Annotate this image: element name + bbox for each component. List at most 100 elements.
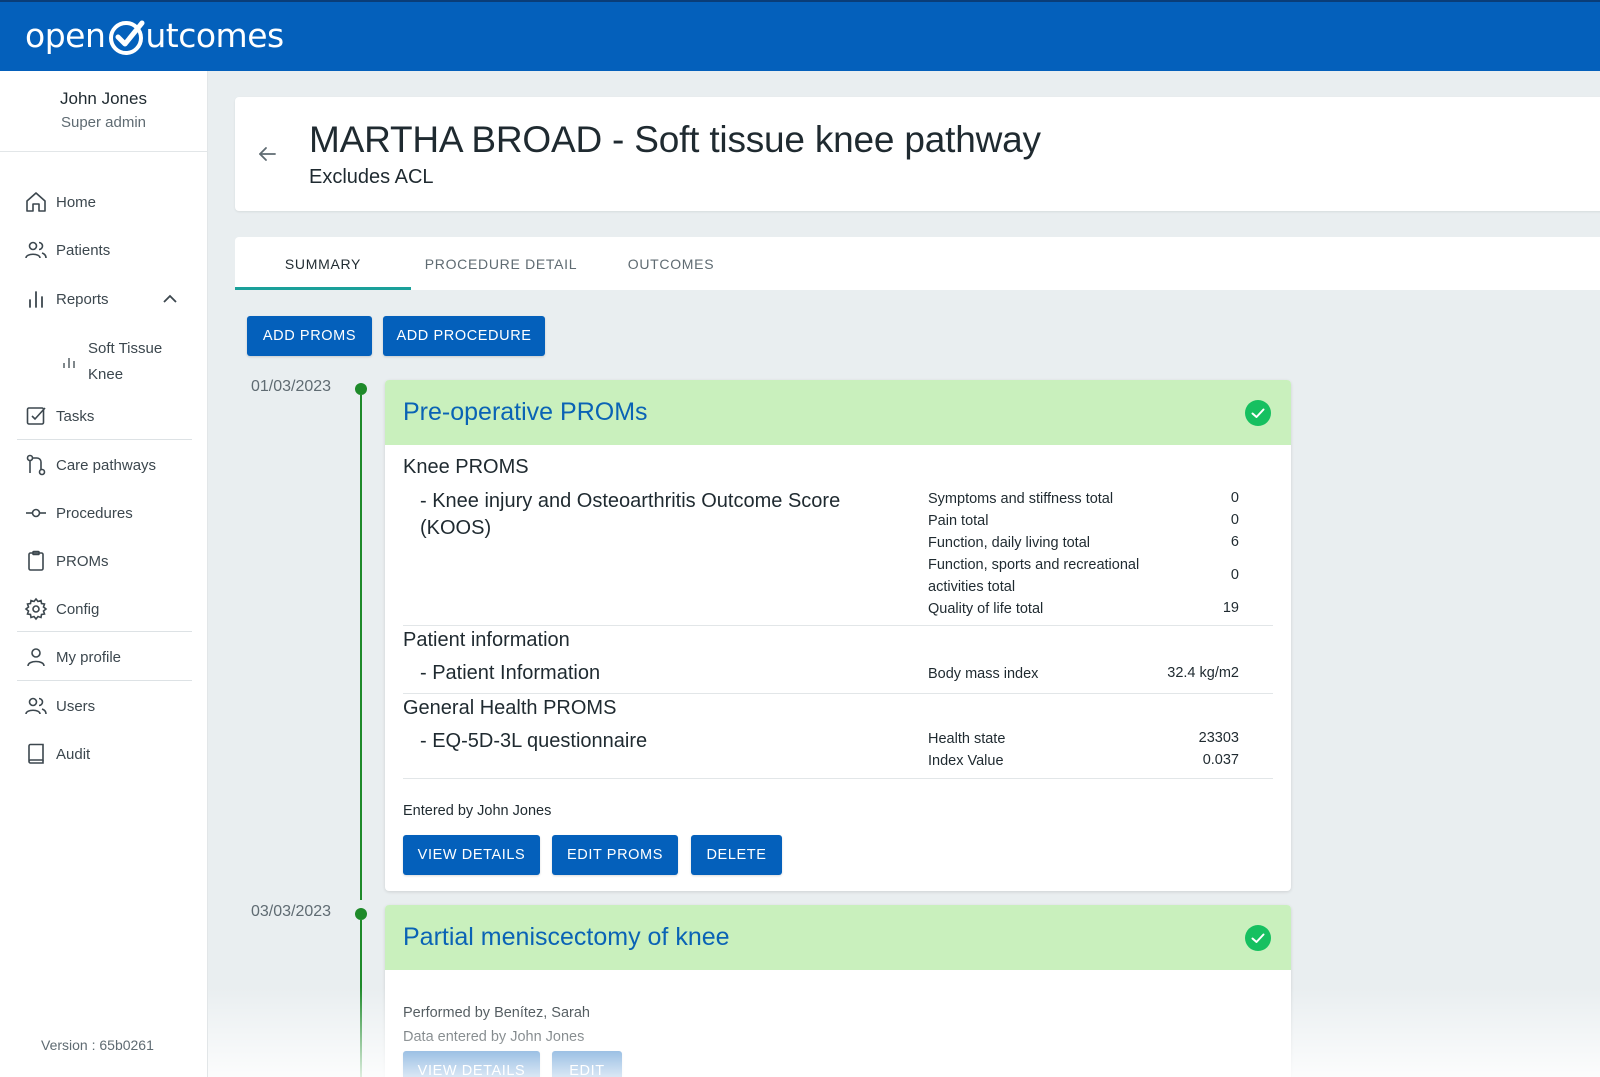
sidebar-subitem-label-line2: Knee <box>88 366 124 383</box>
row-divider <box>403 778 1273 779</box>
sidebar-item-reports[interactable]: Reports <box>24 285 109 313</box>
clipboard-icon <box>28 550 44 571</box>
data-entered-by-label: Data entered by John Jones <box>403 1029 585 1045</box>
metric-value: 0 <box>1230 512 1239 528</box>
timeline-card-proms: Pre-operative PROMs Knee PROMS - Knee in… <box>385 380 1291 891</box>
sidebar-item-label: Care pathways <box>56 456 157 474</box>
sidebar-subitem-soft-tissue-knee[interactable]: Soft Tissue Knee <box>60 336 162 388</box>
metric-value: 0 <box>1230 490 1239 506</box>
app-logo[interactable]: open utcomes <box>25 14 284 58</box>
sidebar-divider <box>17 680 192 681</box>
delete-button[interactable]: DELETE <box>691 835 782 875</box>
pathway-icon <box>26 454 46 476</box>
sidebar-item-proms[interactable]: PROMs <box>24 547 109 575</box>
chevron-up-icon[interactable] <box>160 289 180 309</box>
tab-summary[interactable]: SUMMARY <box>235 237 411 290</box>
edit-proms-button[interactable]: EDIT PROMS <box>552 835 678 875</box>
timeline-date: 01/03/2023 <box>251 378 332 395</box>
app-bar: open utcomes <box>0 0 1600 71</box>
metric-label: Function, daily living total <box>928 535 1090 551</box>
check-circle-icon <box>1245 925 1271 951</box>
sidebar-item-tasks[interactable]: Tasks <box>24 402 94 430</box>
user-block: John Jones Super admin <box>0 71 207 152</box>
sidebar-item-patients[interactable]: Patients <box>24 236 110 264</box>
sidebar: John Jones Super admin Home Patients Rep… <box>0 71 208 1077</box>
sidebar-item-label: Config <box>56 600 100 618</box>
metric-label: Function, sports and recreational activi… <box>928 557 1140 595</box>
sidebar-item-label: My profile <box>56 648 122 666</box>
sidebar-item-label: Tasks <box>56 407 95 425</box>
bar-chart-icon <box>63 358 75 368</box>
sidebar-item-home[interactable]: Home <box>24 188 96 216</box>
logo-text-open: open <box>25 16 106 55</box>
sidebar-item-config[interactable]: Config <box>24 595 99 623</box>
section-title: Knee PROMS <box>403 456 529 478</box>
section-item: - Knee injury and Osteoarthritis Outcome… <box>420 490 841 539</box>
card-header: Partial meniscectomy of knee <box>385 905 1291 970</box>
sidebar-divider <box>17 631 192 632</box>
metric-value: 32.4 kg/m2 <box>1167 665 1239 681</box>
tab-procedure-detail[interactable]: PROCEDURE DETAIL <box>411 237 591 290</box>
view-details-button[interactable]: VIEW DETAILS <box>403 1051 540 1077</box>
user-name: John Jones <box>60 89 147 108</box>
sidebar-item-procedures[interactable]: Procedures <box>24 499 133 527</box>
section-item: - EQ-5D-3L questionnaire <box>420 730 648 752</box>
card-header: Pre-operative PROMs <box>385 380 1291 445</box>
commit-icon <box>26 508 46 518</box>
add-proms-button[interactable]: ADD PROMS <box>247 316 372 356</box>
metric-label: Symptoms and stiffness total <box>928 491 1114 507</box>
timeline-date: 03/03/2023 <box>251 903 332 920</box>
logo-check-icon <box>109 20 145 55</box>
section-item: - Patient Information <box>420 662 601 684</box>
check-circle-icon <box>1245 400 1271 426</box>
metric-value: 0.037 <box>1202 752 1239 768</box>
user-role: Super admin <box>60 114 147 131</box>
view-details-button[interactable]: VIEW DETAILS <box>403 835 540 875</box>
page-title: MARTHA BROAD - Soft tissue knee pathway <box>309 119 1041 160</box>
bar-chart-icon <box>29 291 43 308</box>
edit-button[interactable]: EDIT <box>552 1051 622 1077</box>
tab-outcomes[interactable]: OUTCOMES <box>591 237 751 290</box>
sidebar-item-label: Patients <box>56 241 111 259</box>
timeline-line <box>360 395 362 900</box>
section-title: General Health PROMS <box>403 697 617 719</box>
book-icon <box>28 743 44 764</box>
sidebar-item-label: Audit <box>56 745 91 763</box>
timeline-dot <box>355 383 367 395</box>
logo-text-utcomes: utcomes <box>145 16 284 55</box>
sidebar-item-label: PROMs <box>56 552 109 570</box>
timeline-dot <box>355 908 367 920</box>
person-icon <box>27 648 45 667</box>
metric-label: Quality of life total <box>928 601 1044 617</box>
sidebar-divider <box>17 439 192 440</box>
timeline-card-procedure: Partial meniscectomy of knee Performed b… <box>385 905 1291 1077</box>
sidebar-item-label: Reports <box>56 290 109 308</box>
add-procedure-button[interactable]: ADD PROCEDURE <box>383 316 545 356</box>
entered-by-label: Entered by John Jones <box>403 803 552 819</box>
card-title[interactable]: Partial meniscectomy of knee <box>403 923 730 952</box>
sidebar-item-label: Users <box>56 697 96 715</box>
metric-label: Health state <box>928 731 1006 747</box>
timeline-line <box>360 920 362 1077</box>
row-divider <box>403 625 1273 626</box>
sidebar-item-label: Procedures <box>56 504 133 522</box>
sidebar-item-users[interactable]: Users <box>24 692 95 720</box>
people-icon <box>25 697 47 715</box>
performed-by-label: Performed by Benítez, Sarah <box>403 1005 590 1021</box>
metric-label: Pain total <box>928 513 989 529</box>
sidebar-item-my-profile[interactable]: My profile <box>24 643 121 671</box>
version-label: Version : 65b0261 <box>41 1037 154 1053</box>
metric-value: 23303 <box>1198 730 1239 746</box>
page-header: MARTHA BROAD - Soft tissue knee pathway … <box>235 97 1600 211</box>
back-arrow-icon[interactable] <box>255 142 279 166</box>
card-title[interactable]: Pre-operative PROMs <box>403 398 648 427</box>
sidebar-subitem-label-line1: Soft Tissue <box>88 340 163 357</box>
gear-icon <box>24 597 48 621</box>
checkbox-icon <box>26 407 46 425</box>
sidebar-subitem-label: Soft Tissue Knee <box>88 336 162 388</box>
sidebar-item-audit[interactable]: Audit <box>24 740 90 768</box>
sidebar-item-label: Home <box>56 193 97 211</box>
metric-label: Index Value <box>928 753 1004 769</box>
sidebar-item-care-pathways[interactable]: Care pathways <box>24 451 156 479</box>
metric-value: 19 <box>1222 600 1239 616</box>
